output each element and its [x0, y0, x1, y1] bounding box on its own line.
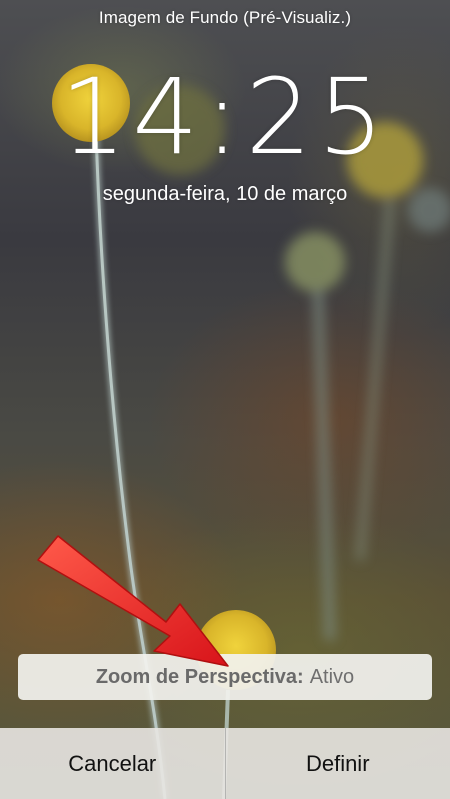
set-wallpaper-button[interactable]: Definir: [226, 728, 450, 799]
perspective-zoom-label: Zoom de Perspectiva:: [95, 665, 304, 688]
lockscreen-clock: 14:25: [60, 56, 390, 178]
cancel-button[interactable]: Cancelar: [0, 728, 225, 799]
bottom-action-bar: Cancelar Definir: [0, 728, 450, 799]
perspective-zoom-value: Ativo: [309, 665, 355, 688]
wallpaper-preview-title: Imagem de Fundo (Pré-Visualiz.): [98, 8, 352, 27]
lockscreen-date: segunda-feira, 10 de março: [102, 183, 348, 205]
perspective-zoom-toggle[interactable]: Zoom de Perspectiva: Ativo: [18, 654, 432, 700]
